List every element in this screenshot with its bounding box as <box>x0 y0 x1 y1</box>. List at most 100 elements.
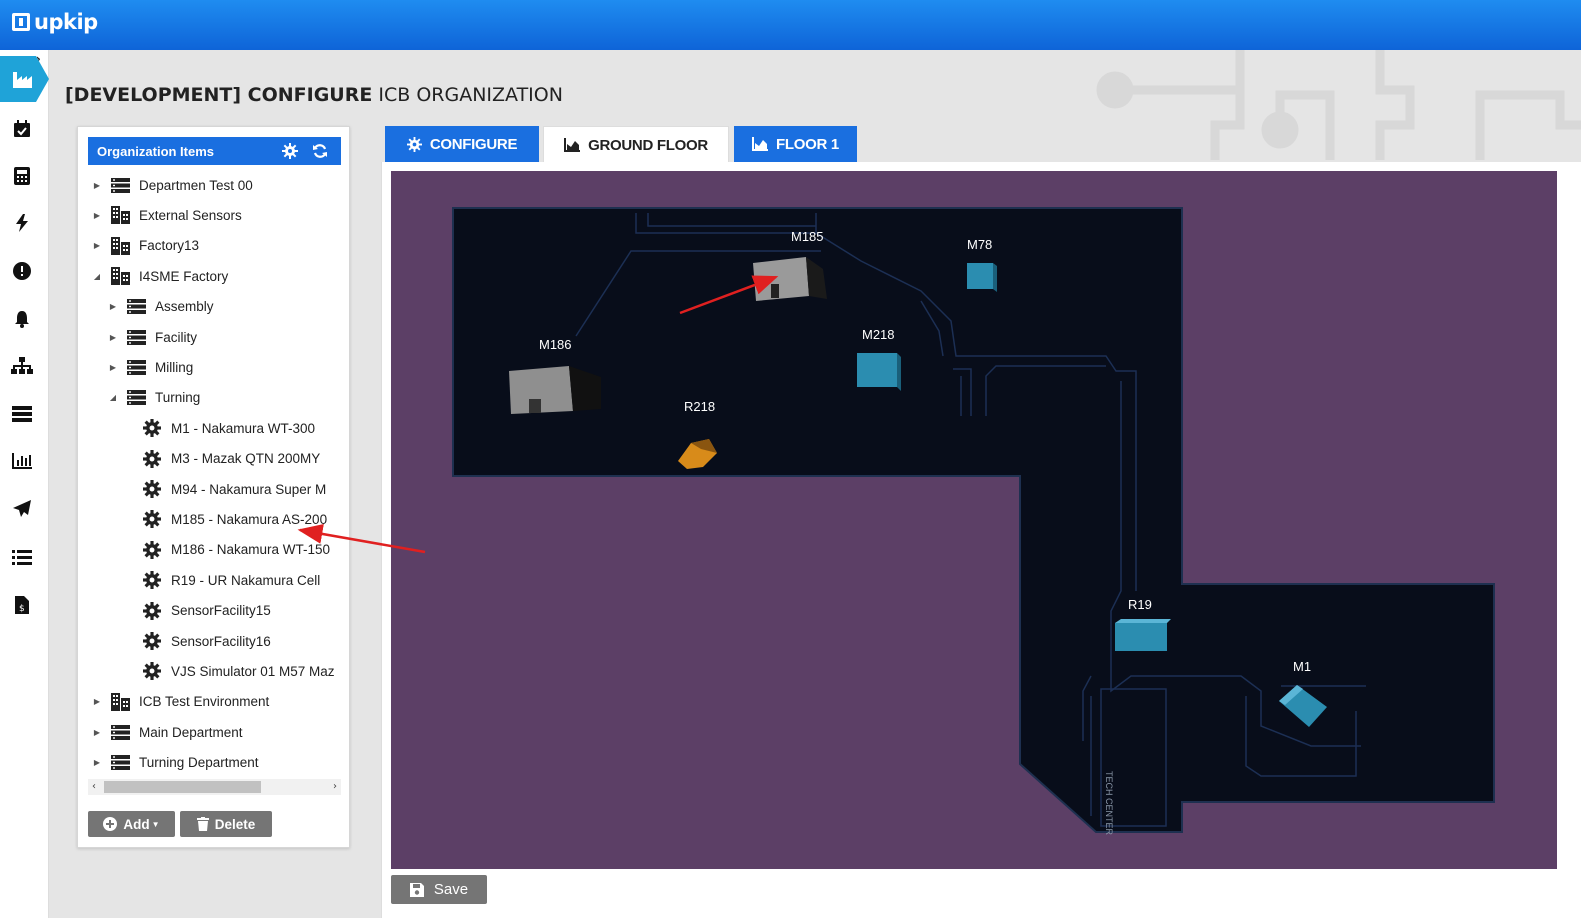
svg-text:R218: R218 <box>684 399 715 414</box>
tree-item[interactable]: ▶ ICB Test Environment <box>92 690 269 714</box>
sidebar-item-servers[interactable] <box>10 402 34 426</box>
list-icon <box>12 550 32 565</box>
tab-configure[interactable]: CONFIGURE <box>385 126 539 162</box>
tree-item[interactable]: SensorFacility15 <box>124 599 271 623</box>
tree-item[interactable]: ▶ Milling <box>108 355 193 379</box>
tree-item[interactable]: M186 - Nakamura WT-150 <box>124 538 330 562</box>
svg-text:M218: M218 <box>862 327 895 342</box>
tree-item[interactable]: ▶ Departmen Test 00 <box>92 173 253 197</box>
tree-item[interactable]: ▶ Factory13 <box>92 234 199 258</box>
tree-item-label: R19 - UR Nakamura Cell <box>171 572 321 588</box>
tree-item[interactable]: M185 - Nakamura AS-200 <box>124 507 327 531</box>
tab-floor-1[interactable]: FLOOR 1 <box>734 126 857 162</box>
caret-right-icon[interactable]: ▶ <box>108 302 118 311</box>
gear-icon <box>142 632 162 650</box>
page-title-rest: ICB ORGANIZATION <box>372 84 563 106</box>
tree-item-label: M185 - Nakamura AS-200 <box>171 511 328 527</box>
bell-icon <box>15 311 29 328</box>
tree-item[interactable]: ◢ I4SME Factory <box>92 264 228 288</box>
tree-item-label: Turning Department <box>139 755 259 771</box>
server-icon <box>12 406 32 422</box>
sidebar-item-organization[interactable] <box>10 354 34 378</box>
floppy-disk-icon <box>409 882 424 897</box>
caret-right-icon[interactable]: ▶ <box>92 697 102 706</box>
caret-right-icon[interactable]: ▶ <box>92 181 102 190</box>
sidebar: » $ <box>0 50 49 918</box>
scroll-left-icon[interactable]: ‹ <box>92 779 96 795</box>
tree-item[interactable]: M1 - Nakamura WT-300 <box>124 416 315 440</box>
sidebar-item-reports[interactable] <box>10 449 34 473</box>
add-button-label: Add <box>123 816 150 832</box>
tree-item-label: Departmen Test 00 <box>139 177 253 193</box>
sidebar-item-calculator[interactable] <box>10 164 34 188</box>
server-icon <box>126 328 146 346</box>
invoice-dollar-icon: $ <box>15 596 29 614</box>
tree-item[interactable]: ◢ Turning <box>108 386 200 410</box>
tab-configure-label: CONFIGURE <box>429 135 518 153</box>
tree-item[interactable]: M94 - Nakamura Super M <box>124 477 326 501</box>
tree-item-label: I4SME Factory <box>139 268 229 284</box>
app-logo[interactable]: upkip <box>12 10 98 34</box>
bar-chart-icon <box>12 453 32 469</box>
sidebar-item-billing[interactable]: $ <box>10 593 34 617</box>
svg-text:M186: M186 <box>539 337 572 352</box>
tree-item[interactable]: ▶ External Sensors <box>92 203 242 227</box>
caret-right-icon[interactable]: ▶ <box>108 333 118 342</box>
caret-right-icon[interactable]: ▶ <box>108 363 118 372</box>
caret-right-icon[interactable]: ▶ <box>92 211 102 220</box>
sidebar-item-energy[interactable] <box>10 211 34 235</box>
tree-item[interactable]: M3 - Mazak QTN 200MY <box>124 447 320 471</box>
organization-tree: ▶ Departmen Test 00 ▶ External Sensors ▶ Fact… <box>78 173 341 777</box>
tree-item[interactable]: ▶ Facility <box>108 325 197 349</box>
tree-item[interactable]: VJS Simulator 01 M57 Maz <box>124 659 335 683</box>
gear-icon <box>142 480 162 498</box>
logo-text: upkip <box>34 10 98 34</box>
logo-icon <box>12 13 30 31</box>
page-title: [DEVELOPMENT] CONFIGURE ICB ORGANIZATION <box>65 84 563 106</box>
refresh-icon[interactable] <box>312 143 328 159</box>
floor-plan-canvas[interactable]: M185 M78 M218 M186 R218 R19 M1 TECH CENT… <box>391 171 1557 869</box>
sidebar-item-list[interactable] <box>10 545 34 569</box>
organization-panel-title: Organization Items <box>97 143 215 159</box>
sidebar-item-calendar[interactable] <box>10 117 34 141</box>
caret-right-icon[interactable]: ▶ <box>92 241 102 250</box>
scroll-right-icon[interactable]: › <box>333 779 337 795</box>
organization-panel-header: Organization Items <box>88 137 341 165</box>
organization-panel: Organization Items ▶ Departmen Test 00 ▶ Ex… <box>77 126 350 848</box>
caret-right-icon[interactable]: ▶ <box>92 728 102 737</box>
sidebar-item-factory[interactable] <box>0 56 49 102</box>
caret-right-icon[interactable]: ▶ <box>92 758 102 767</box>
svg-text:M1: M1 <box>1293 659 1311 674</box>
tree-item-label: Milling <box>155 359 194 375</box>
tree-item[interactable]: R19 - UR Nakamura Cell <box>124 568 320 592</box>
delete-button-label: Delete <box>214 816 256 832</box>
caret-down-icon[interactable]: ◢ <box>92 272 102 281</box>
tree-item[interactable]: ▶ Turning Department <box>92 751 259 775</box>
tree-item-label: Factory13 <box>139 238 200 254</box>
plus-circle-icon <box>103 817 118 831</box>
sidebar-item-notifications[interactable] <box>10 307 34 331</box>
tree-item-label: M1 - Nakamura WT-300 <box>171 420 316 436</box>
scrollbar-thumb[interactable] <box>104 781 261 793</box>
tree-horizontal-scrollbar[interactable]: ‹ › <box>88 779 341 795</box>
save-button[interactable]: Save <box>391 875 487 904</box>
add-button[interactable]: Add ▼ <box>88 811 175 837</box>
tree-item-label: ICB Test Environment <box>139 694 270 710</box>
tree-item-label: Main Department <box>139 724 243 740</box>
tab-ground-floor[interactable]: GROUND FLOOR <box>543 126 729 163</box>
tree-item-label: M94 - Nakamura Super M <box>171 481 327 497</box>
caret-down-icon[interactable]: ◢ <box>108 393 118 402</box>
trash-icon <box>196 817 209 831</box>
sitemap-icon <box>11 357 33 374</box>
delete-button[interactable]: Delete <box>180 811 272 837</box>
sidebar-item-alerts[interactable] <box>10 259 34 283</box>
tree-item[interactable]: ▶ Main Department <box>92 720 243 744</box>
tree-item[interactable]: ▶ Assembly <box>108 295 214 319</box>
gear-icon[interactable] <box>282 143 298 159</box>
save-button-label: Save <box>433 881 469 898</box>
tree-item-label: SensorFacility15 <box>171 603 271 619</box>
tree-item-label: Assembly <box>155 299 214 315</box>
tree-item[interactable]: SensorFacility16 <box>124 629 271 653</box>
sidebar-item-send[interactable] <box>10 497 34 521</box>
gear-icon <box>142 601 162 620</box>
